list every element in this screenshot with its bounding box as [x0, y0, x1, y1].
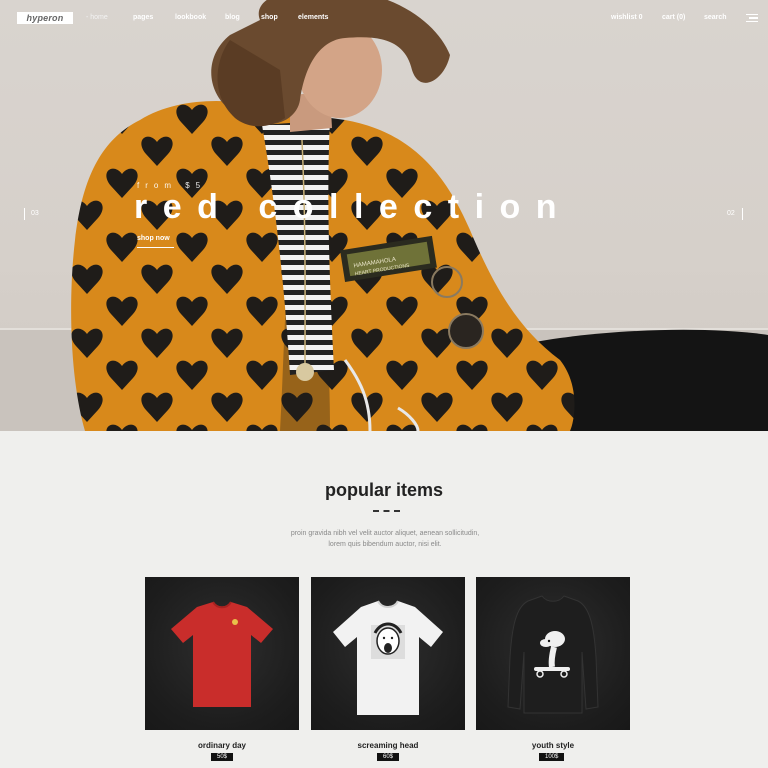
product-card-image[interactable] — [311, 577, 465, 730]
product-name[interactable]: ordinary day — [145, 741, 299, 750]
nav-lookbook[interactable]: lookbook — [175, 13, 206, 23]
price-tag: 60$ — [377, 753, 400, 761]
slider-next-bar — [742, 208, 743, 220]
top-navigation: hyperon - home pages lookbook blog shop … — [0, 0, 768, 36]
nav-elements[interactable]: elements — [298, 13, 328, 23]
product-card-image[interactable] — [476, 577, 630, 730]
slider-prev-index: 03 — [31, 210, 39, 217]
nav-shop[interactable]: shop — [261, 13, 278, 23]
nav-pages[interactable]: pages — [133, 13, 153, 23]
nav-blog[interactable]: blog — [225, 13, 240, 23]
slider-prev-bar — [24, 208, 25, 220]
sweatshirt-icon — [507, 595, 599, 714]
tshirt-icon — [333, 600, 443, 715]
hero-title: red collection — [134, 188, 573, 226]
hamburger-menu-icon[interactable] — [746, 14, 758, 22]
price-tag: 100$ — [539, 753, 565, 761]
section-title: popular items — [324, 480, 444, 500]
product-name[interactable]: screaming head — [311, 741, 465, 750]
slider-next[interactable]: 02 — [727, 208, 743, 220]
shop-now-underline — [137, 247, 174, 248]
product-name[interactable]: youth style — [476, 741, 630, 750]
product-card-image[interactable] — [145, 577, 299, 730]
section-description-line2: lorem quis bibendum auctor, nisi elit. — [328, 541, 442, 548]
tshirt-icon — [171, 601, 273, 707]
brand-logo[interactable]: hyperon — [17, 12, 73, 24]
section-divider — [373, 510, 400, 512]
nav-wishlist[interactable]: wishlist 0 — [611, 13, 643, 23]
hero-slider: HAMAMAHOLA HEART PRODUCTIONS hyperon - h… — [0, 0, 768, 431]
slider-prev[interactable]: 03 — [24, 208, 39, 220]
section-description: proin gravida nibh vel velit auctor aliq… — [270, 528, 500, 550]
nav-search[interactable]: search — [704, 13, 727, 23]
nav-home[interactable]: - home — [86, 13, 108, 23]
nav-cart[interactable]: cart (0) — [662, 13, 685, 23]
shop-now-link[interactable]: shop now — [137, 235, 170, 242]
section-description-line1: proin gravida nibh vel velit auctor aliq… — [290, 530, 480, 537]
price-tag: 50$ — [211, 753, 234, 761]
slider-next-index: 02 — [727, 210, 735, 217]
